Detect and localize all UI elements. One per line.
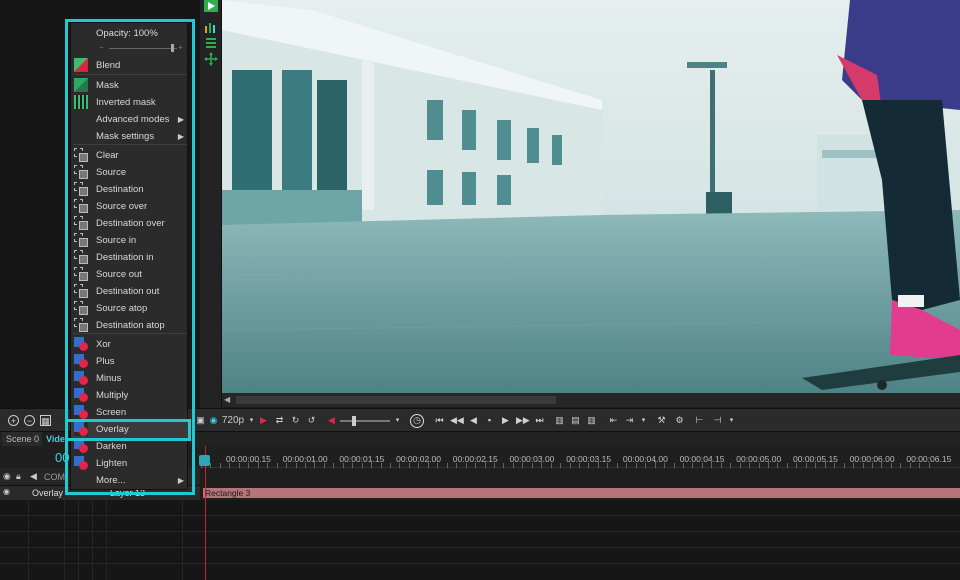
chevron-down-icon[interactable]: ▾ bbox=[638, 415, 649, 426]
chevron-down-icon[interactable]: ▾ bbox=[392, 415, 403, 426]
preview-horizontal-scrollbar[interactable]: ◀ bbox=[222, 393, 960, 407]
bars-icon[interactable] bbox=[204, 20, 218, 34]
tab-scene[interactable]: Scene 0 bbox=[2, 432, 45, 446]
volume-slider[interactable] bbox=[340, 420, 390, 422]
play-button-icon[interactable]: ▶ bbox=[500, 415, 511, 426]
track-divider bbox=[0, 547, 960, 548]
column-divider bbox=[78, 500, 79, 580]
highlight-overlay-item bbox=[65, 419, 191, 441]
trim-icon[interactable]: ▥ bbox=[586, 415, 597, 426]
record-icon[interactable]: ▶ bbox=[258, 415, 269, 426]
ruler-tick bbox=[654, 460, 656, 468]
snap-icon[interactable]: ⚙ bbox=[674, 415, 685, 426]
skip-start-icon[interactable]: ⏮ bbox=[434, 415, 445, 426]
layers-icon[interactable] bbox=[204, 36, 218, 50]
play-icon[interactable] bbox=[204, 0, 218, 12]
stop-icon[interactable]: ▪ bbox=[484, 415, 495, 426]
align-icon[interactable]: ⊢ bbox=[694, 415, 705, 426]
column-divider bbox=[64, 500, 65, 580]
empty-tracks bbox=[0, 500, 960, 580]
preview-frame-image bbox=[222, 0, 960, 393]
clock-icon[interactable]: ◷ bbox=[410, 414, 424, 428]
step-back-icon[interactable]: ◀ bbox=[468, 415, 479, 426]
ruler-tick bbox=[314, 460, 316, 468]
speaker-icon[interactable]: ◀ bbox=[30, 471, 37, 482]
chevron-down-icon[interactable]: ▾ bbox=[726, 415, 737, 426]
undo-icon[interactable]: ↺ bbox=[306, 415, 317, 426]
mark-in-icon[interactable]: ⇤ bbox=[608, 415, 619, 426]
grid-icon[interactable]: ▦ bbox=[40, 415, 51, 426]
mark-out-icon[interactable]: ⇥ bbox=[624, 415, 635, 426]
timeline-ruler[interactable]: 00:00:00.15 00:00:01.00 00:00:01.15 00:00:0… bbox=[200, 446, 960, 468]
ruler-tick bbox=[484, 460, 486, 468]
volume-icon[interactable]: ◀ bbox=[326, 415, 337, 426]
track-divider bbox=[0, 515, 960, 516]
eye-icon[interactable]: ◉ bbox=[208, 415, 219, 426]
skip-end-icon[interactable]: ⏭ bbox=[534, 415, 545, 426]
chevron-down-icon[interactable]: ▾ bbox=[246, 415, 257, 426]
ruler-tick bbox=[597, 460, 599, 468]
track-divider bbox=[0, 531, 960, 532]
distribute-icon[interactable]: ⊣ bbox=[712, 415, 723, 426]
eye-icon[interactable]: ◉ bbox=[3, 471, 11, 482]
timeline-clip[interactable]: Rectangle 3 bbox=[203, 488, 960, 498]
ruler-tick bbox=[881, 460, 883, 468]
eye-icon[interactable]: ◉ bbox=[3, 487, 10, 496]
ruler-tick bbox=[257, 460, 259, 468]
ruler-tick bbox=[824, 460, 826, 468]
video-preview[interactable] bbox=[222, 0, 960, 393]
rewind-icon[interactable]: ◀◀ bbox=[450, 415, 464, 426]
column-divider bbox=[28, 500, 29, 580]
ruler-tick bbox=[427, 460, 429, 468]
loop-icon[interactable]: ⇄ bbox=[274, 415, 285, 426]
ruler-tick bbox=[768, 460, 769, 468]
magnet-icon[interactable]: ⚒ bbox=[656, 415, 667, 426]
scroll-left-icon[interactable]: ◀ bbox=[224, 395, 234, 405]
playhead-line[interactable] bbox=[205, 446, 206, 580]
track-header-area bbox=[200, 468, 960, 486]
track-header-label: COM bbox=[44, 472, 65, 482]
track-blend-mode[interactable]: Overlay bbox=[32, 488, 63, 498]
ruler-tick bbox=[711, 460, 713, 468]
track-divider bbox=[0, 563, 960, 564]
volume-slider-handle[interactable] bbox=[352, 416, 356, 426]
video-editor-window: ◀ + − ▦ ▣ ◉ 720p ▾ ▶ ⇄ ↻ ↺ ◀ ▾ ◷ ⏮ ◀◀ ◀ … bbox=[0, 0, 960, 580]
split-icon[interactable]: ▥ bbox=[554, 415, 565, 426]
column-divider bbox=[106, 500, 107, 580]
scrollbar-thumb[interactable] bbox=[236, 396, 556, 404]
remove-icon[interactable]: − bbox=[24, 415, 35, 426]
playhead-handle[interactable] bbox=[199, 455, 210, 466]
vertical-toolbar bbox=[200, 0, 222, 408]
repeat-icon[interactable]: ↻ bbox=[290, 415, 301, 426]
lock-icon[interactable]: 🔒︎ bbox=[16, 471, 21, 482]
move-icon[interactable] bbox=[204, 52, 218, 66]
fast-forward-icon[interactable]: ▶▶ bbox=[516, 415, 530, 426]
ruler-tick bbox=[371, 460, 373, 468]
add-icon[interactable]: + bbox=[8, 415, 19, 426]
join-icon[interactable]: ▤ bbox=[570, 415, 581, 426]
preview-settings-icon[interactable]: ▣ bbox=[195, 415, 206, 426]
resolution-selector[interactable]: 720p bbox=[220, 413, 246, 429]
column-divider bbox=[182, 500, 183, 580]
column-divider bbox=[92, 500, 93, 580]
ruler-tick bbox=[541, 460, 543, 468]
